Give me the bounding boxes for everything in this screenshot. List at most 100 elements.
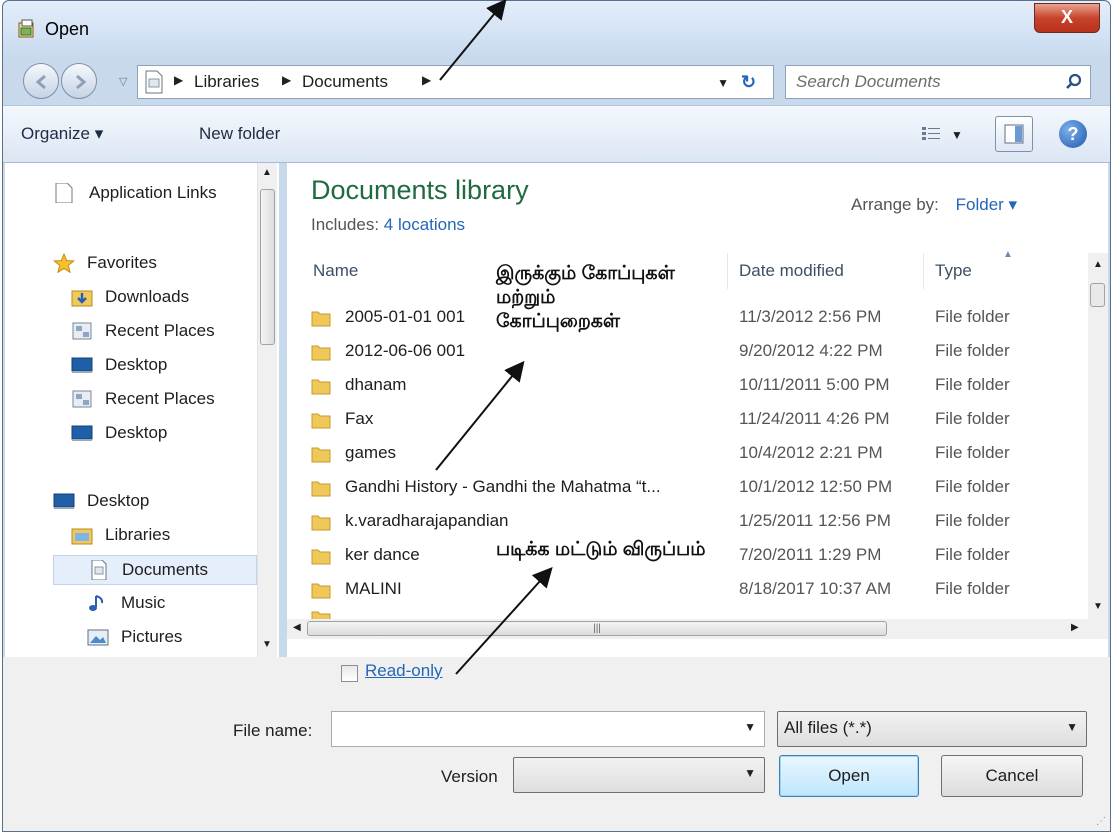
search-input[interactable]: Search Documents [785,65,1091,99]
preview-pane-icon [1004,124,1024,144]
scroll-down-icon[interactable]: ▼ [1093,601,1103,612]
open-dialog-icon [18,19,34,38]
organize-menu[interactable]: Organize ▾ [21,124,103,144]
address-bar[interactable]: ▶ Libraries ▶ Documents ▶ ▼ ↻ [137,65,774,99]
file-list-horizontal-scrollbar[interactable]: ◀ ||| ▶ [287,619,1108,639]
file-type: File folder [935,307,1010,326]
column-header-type[interactable]: Type [935,261,972,281]
nav-item-desktop[interactable]: Desktop [71,351,251,381]
scrollbar-thumb[interactable]: ||| [307,621,887,636]
forward-arrow-icon [76,74,87,90]
file-row[interactable]: MALINI 8/18/2017 10:37 AM File folder [307,573,1083,607]
nav-item-pictures[interactable]: Pictures [87,623,251,653]
nav-item-label: Pictures [121,627,183,646]
search-icon[interactable] [1064,72,1084,92]
file-type: File folder [935,375,1010,394]
file-row[interactable]: Gandhi History - Gandhi the Mahatma “t..… [307,471,1083,505]
file-type-select[interactable]: All files (*.*) ▼ [777,711,1087,747]
desktop-icon [71,357,93,373]
forward-button[interactable] [61,63,97,99]
file-date: 11/3/2012 2:56 PM [739,307,882,326]
file-date: 1/25/2011 12:56 PM [739,511,891,530]
navigation-scrollbar[interactable]: ▲ ▼ [257,163,277,657]
search-placeholder: Search Documents [796,72,941,91]
dialog-footer: Read-only File name: ▼ All files (*.*) ▼… [3,657,1110,831]
file-list-pane: Documents library Includes: 4 locations … [287,163,1108,657]
file-name-input[interactable]: ▼ [331,711,765,747]
scroll-up-icon[interactable]: ▲ [1093,259,1103,270]
new-folder-button[interactable]: New folder [199,124,280,144]
desktop-icon [53,493,75,509]
change-view-icon[interactable] [921,126,941,142]
nav-item-downloads[interactable]: Downloads [71,283,251,313]
column-header-name[interactable]: Name [313,261,358,281]
close-button[interactable]: X [1034,3,1100,33]
column-divider[interactable] [727,253,728,289]
breadcrumb-documents[interactable]: Documents [302,72,388,92]
folder-icon [311,481,331,497]
nav-item-label: Downloads [105,287,190,306]
nav-item-desktop-root[interactable]: Desktop [53,487,253,517]
breadcrumb-separator-icon[interactable]: ▶ [422,73,431,87]
file-row[interactable]: 2012-06-06 001 9/20/2012 4:22 PM File fo… [307,335,1083,369]
recent-locations-dropdown-icon[interactable]: ▽ [119,75,127,88]
recent-places-icon [72,322,92,340]
file-row[interactable]: k.varadharajapandian 1/25/2011 12:56 PM … [307,505,1083,539]
recent-places-icon [72,390,92,408]
file-type: File folder [935,579,1010,598]
nav-item-label: Application Links [89,183,217,202]
scroll-down-icon[interactable]: ▼ [262,639,272,650]
file-name: 2012-06-06 001 [345,341,466,360]
annotation-line: கோப்புறைகள் [496,311,621,332]
back-button[interactable] [23,63,59,99]
file-type-value: All files (*.*) [784,718,872,737]
title-bar[interactable]: Open X [3,1,1110,57]
file-name-history-dropdown-icon[interactable]: ▼ [744,720,756,734]
nav-item-libraries[interactable]: Libraries [71,521,251,551]
scrollbar-thumb[interactable] [260,189,275,345]
file-date: 11/24/2011 4:26 PM [739,409,890,428]
nav-item-recent-places[interactable]: Recent Places [71,317,251,347]
read-only-label[interactable]: Read-only [365,661,443,681]
cancel-button[interactable]: Cancel [941,755,1083,797]
locations-link[interactable]: 4 locations [384,215,465,234]
breadcrumb-libraries[interactable]: Libraries [194,72,259,92]
document-icon [55,183,73,203]
nav-item-recent-places[interactable]: Recent Places [71,385,251,415]
preview-pane-button[interactable] [995,116,1033,152]
refresh-icon[interactable]: ↻ [741,72,767,94]
resize-grip-icon[interactable]: ⋰ [1096,816,1106,827]
scroll-right-icon[interactable]: ▶ [1071,622,1079,633]
nav-item-music[interactable]: Music [87,589,251,619]
file-row[interactable]: games 10/4/2012 2:21 PM File folder [307,437,1083,471]
nav-item-desktop[interactable]: Desktop [71,419,251,449]
file-row[interactable]: 2005-01-01 001 11/3/2012 2:56 PM File fo… [307,301,1083,335]
nav-item-documents[interactable]: Documents [53,555,257,585]
version-select[interactable]: ▼ [513,757,765,793]
file-row[interactable]: Fax 11/24/2011 4:26 PM File folder [307,403,1083,437]
scrollbar-thumb[interactable] [1090,283,1105,307]
pictures-icon [87,629,109,646]
nav-item-favorites[interactable]: Favorites [53,249,253,279]
annotation-line: இருக்கும் கோப்புகள் [496,263,675,284]
scroll-left-icon[interactable]: ◀ [293,622,301,633]
open-button[interactable]: Open [779,755,919,797]
nav-item-label: Recent Places [105,321,215,340]
help-icon[interactable]: ? [1059,120,1087,148]
chevron-down-icon: ▼ [1066,720,1078,734]
file-name: Gandhi History - Gandhi the Mahatma “t..… [345,477,661,496]
breadcrumb-separator-icon: ▶ [282,73,292,87]
read-only-checkbox[interactable] [341,665,358,682]
nav-item-application-links[interactable]: Application Links [53,179,253,209]
column-divider[interactable] [923,253,924,289]
file-row[interactable]: dhanam 10/11/2011 5:00 PM File folder [307,369,1083,403]
column-header-date-modified[interactable]: Date modified [739,261,844,281]
file-date: 9/20/2012 4:22 PM [739,341,883,360]
includes-label: Includes: [311,215,380,234]
file-list-vertical-scrollbar[interactable]: ▲ ▼ [1088,253,1108,619]
scroll-up-icon[interactable]: ▲ [262,167,272,178]
navigation-pane: Application Links Favorites Downloads Re… [5,163,279,657]
address-history-dropdown-icon[interactable]: ▼ [717,76,729,90]
arrange-by-dropdown[interactable]: Folder ▾ [956,195,1017,214]
view-options-dropdown-icon[interactable]: ▼ [951,128,963,142]
